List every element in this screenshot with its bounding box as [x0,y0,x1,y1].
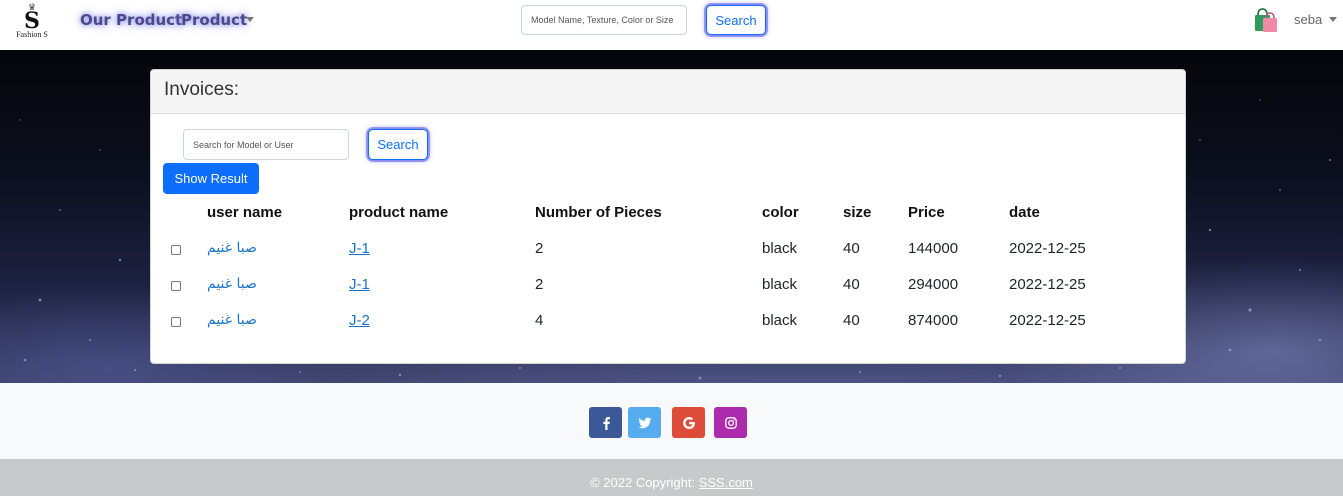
instagram-icon [724,416,737,429]
price-cell: 874000 [908,312,959,329]
date-cell: 2022-12-25 [1009,312,1086,329]
size-cell: 40 [843,312,860,329]
copyright-prefix: © 2022 Copyright: [590,475,696,490]
price-cell: 144000 [908,240,959,257]
logo-text: Fashion S [16,30,48,39]
row-checkbox[interactable] [171,281,181,291]
instagram-button[interactable] [714,407,747,438]
color-cell: black [762,240,798,257]
google-button[interactable] [672,407,705,438]
date-cell: 2022-12-25 [1009,276,1086,293]
logo-letter: S [24,8,40,34]
column-header-price: Price [908,204,945,221]
nav-search-input[interactable] [521,5,687,35]
price-cell: 294000 [908,276,959,293]
google-icon [682,416,695,429]
pieces-cell: 2 [535,276,544,293]
nav-search-button[interactable]: Search [706,5,766,35]
footer [0,383,1343,459]
facebook-icon [602,416,610,430]
column-header-date: date [1009,204,1040,221]
facebook-button[interactable] [589,407,622,438]
pieces-cell: 2 [535,240,544,257]
column-header-user: user name [207,204,283,221]
copyright-text: © 2022 Copyright: SSS.com [0,475,1343,490]
user-link[interactable]: صبا غنيم [207,312,257,328]
invoices-card: Invoices: Search Show Result user name p… [150,69,1186,364]
product-link[interactable]: J-2 [349,312,370,329]
copyright-bar: © 2022 Copyright: SSS.com [0,459,1343,496]
user-link[interactable]: صبا غنيم [207,240,257,256]
nav-product-dropdown[interactable]: Product [181,11,247,29]
chevron-down-icon[interactable] [246,17,254,22]
column-header-product: product name [349,204,449,221]
user-menu[interactable]: seba [1294,12,1322,27]
nav-our-product[interactable]: Our Product [80,11,182,29]
column-header-size: size [843,204,872,221]
card-header: Invoices: [151,70,1185,114]
color-cell: black [762,312,798,329]
product-link[interactable]: J-1 [349,276,370,293]
brand-logo[interactable]: ♛ S Fashion S [12,4,52,46]
column-header-pieces: Number of Pieces [535,204,662,221]
invoice-search-input[interactable] [183,129,349,160]
invoice-search-button[interactable]: Search [368,129,428,160]
row-checkbox[interactable] [171,317,181,327]
copyright-link[interactable]: SSS.com [699,475,753,490]
twitter-button[interactable] [628,407,661,438]
size-cell: 40 [843,240,860,257]
color-cell: black [762,276,798,293]
chevron-down-icon[interactable] [1329,17,1337,22]
user-link[interactable]: صبا غنيم [207,276,257,292]
product-link[interactable]: J-1 [349,240,370,257]
date-cell: 2022-12-25 [1009,240,1086,257]
twitter-icon [638,417,651,428]
row-checkbox[interactable] [171,245,181,255]
column-header-color: color [762,204,799,221]
shopping-bag-icon[interactable] [1252,6,1280,34]
pieces-cell: 4 [535,312,544,329]
navbar: ♛ S Fashion S Our Product Product Search… [0,0,1343,50]
show-result-button[interactable]: Show Result [163,163,259,194]
page-title: Invoices: [164,79,239,100]
size-cell: 40 [843,276,860,293]
